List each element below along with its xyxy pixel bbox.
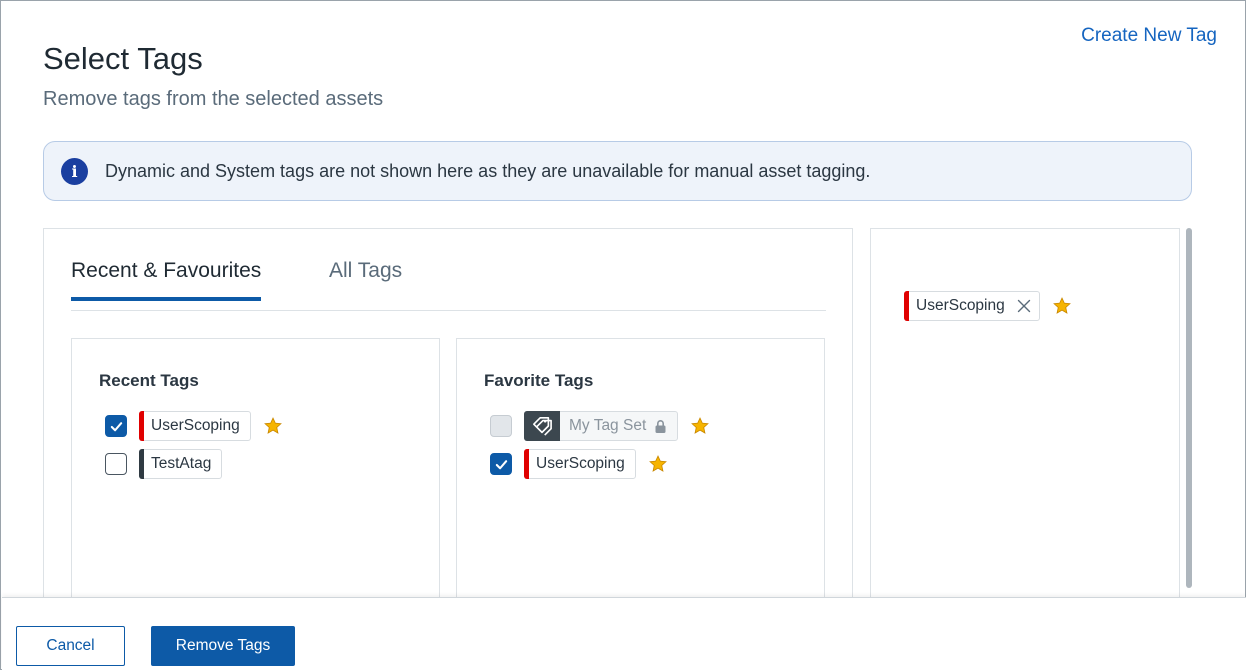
dialog-footer: Cancel Remove Tags — [2, 597, 1246, 670]
tag-chip[interactable]: TestAtag — [139, 449, 223, 479]
selected-tag-row: UserScoping — [904, 291, 1072, 321]
tab-bar: Recent & Favourites All Tags — [71, 259, 826, 311]
tab-all-tags[interactable]: All Tags — [329, 259, 402, 297]
tag-browser-panel: Recent & Favourites All Tags Recent Tags… — [43, 228, 853, 613]
checkmark-icon — [495, 459, 507, 469]
lock-icon — [655, 419, 666, 433]
close-icon[interactable] — [1017, 299, 1031, 313]
info-banner-text: Dynamic and System tags are not shown he… — [105, 160, 871, 181]
tag-label: TestAtag — [151, 455, 212, 472]
tag-chip[interactable]: UserScoping — [139, 411, 251, 441]
recent-tag-row: TestAtag — [105, 449, 223, 479]
tag-label: UserScoping — [536, 455, 625, 472]
create-new-tag-link[interactable]: Create New Tag — [1081, 25, 1217, 47]
favorite-tags-heading: Favorite Tags — [484, 371, 594, 390]
scrollbar[interactable] — [1186, 228, 1192, 588]
tag-chip[interactable]: UserScoping — [524, 449, 636, 479]
favorite-tags-panel: Favorite Tags My Tag Set UserScoping — [456, 338, 825, 613]
dialog-title: Select Tags — [43, 41, 203, 76]
star-icon[interactable] — [263, 416, 283, 436]
cancel-button[interactable]: Cancel — [16, 626, 125, 666]
tab-recent-favourites[interactable]: Recent & Favourites — [71, 259, 262, 301]
checkmark-icon — [110, 421, 122, 431]
star-icon[interactable] — [690, 416, 710, 436]
recent-tags-panel: Recent Tags UserScoping TestAtag — [71, 338, 440, 613]
dialog: Select Tags Remove tags from the selecte… — [0, 0, 1246, 670]
recent-tags-heading: Recent Tags — [99, 371, 199, 390]
selected-tags-panel: UserScoping — [870, 228, 1180, 608]
recent-tag-checkbox[interactable] — [105, 415, 127, 437]
tag-label: UserScoping — [151, 417, 240, 434]
info-icon: i — [61, 157, 88, 185]
tag-set-chip: My Tag Set — [524, 411, 679, 441]
remove-tags-button[interactable]: Remove Tags — [151, 626, 295, 666]
star-icon[interactable] — [648, 454, 668, 474]
favorite-tag-row: UserScoping — [490, 449, 668, 479]
tag-set-icon — [524, 411, 560, 441]
selected-tag-chip: UserScoping — [904, 291, 1040, 321]
tag-label: UserScoping — [916, 297, 1005, 314]
star-icon[interactable] — [1052, 296, 1072, 316]
favorite-tag-checkbox — [490, 415, 512, 437]
favorite-tag-checkbox[interactable] — [490, 453, 512, 475]
favorite-tag-row: My Tag Set — [490, 411, 710, 441]
recent-tag-checkbox[interactable] — [105, 453, 127, 475]
recent-tag-row: UserScoping — [105, 411, 283, 441]
dialog-subtitle: Remove tags from the selected assets — [43, 88, 384, 110]
tag-label: My Tag Set — [569, 417, 647, 434]
info-banner: i Dynamic and System tags are not shown … — [43, 141, 1192, 201]
